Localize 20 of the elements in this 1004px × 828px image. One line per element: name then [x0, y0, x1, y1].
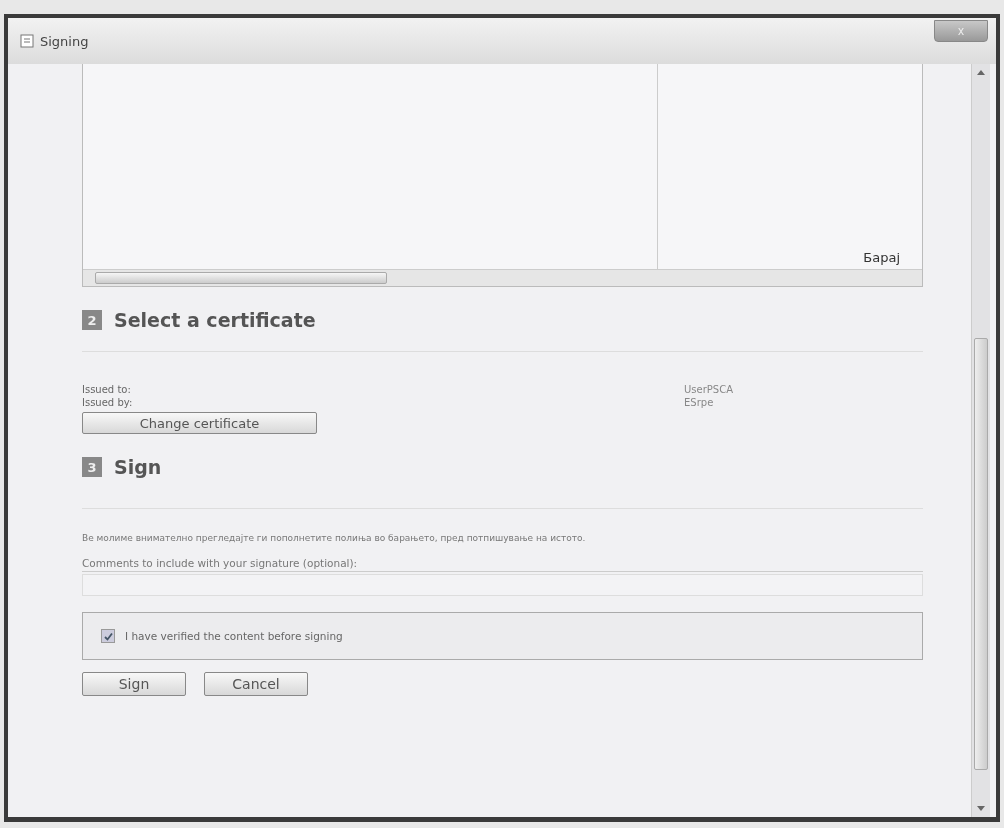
- step-number: 3: [82, 457, 102, 477]
- scroll-up-icon[interactable]: [977, 70, 985, 75]
- preview-text: Барај: [863, 250, 900, 265]
- window-title: Signing: [40, 33, 89, 49]
- field-label: Issued to:: [82, 384, 132, 395]
- section-title: Select a certificate: [114, 309, 316, 331]
- dialog-button[interactable]: Sign: [82, 672, 186, 696]
- step-number: 2: [82, 310, 102, 330]
- section-title: Sign: [114, 456, 162, 478]
- field-label: Issued by:: [82, 397, 134, 408]
- dialog-button[interactable]: Cancel: [204, 672, 308, 696]
- checkbox[interactable]: [101, 629, 115, 643]
- notice-text: Ве молиме внимателно прегледајте ги пополнетите полиња во барањето, пред потпишување на истото.: [82, 533, 587, 543]
- change-certificate-button[interactable]: Change certificate: [82, 412, 317, 434]
- document-icon: [20, 34, 34, 48]
- comments-label: Comments to include with your signature (optional):: [82, 557, 923, 572]
- scroll-down-icon[interactable]: [977, 806, 985, 811]
- checkbox-label: I have verified the content before signing: [125, 630, 343, 642]
- field-value: UserPSCA: [684, 384, 733, 395]
- field-value: ESrpe: [684, 397, 714, 408]
